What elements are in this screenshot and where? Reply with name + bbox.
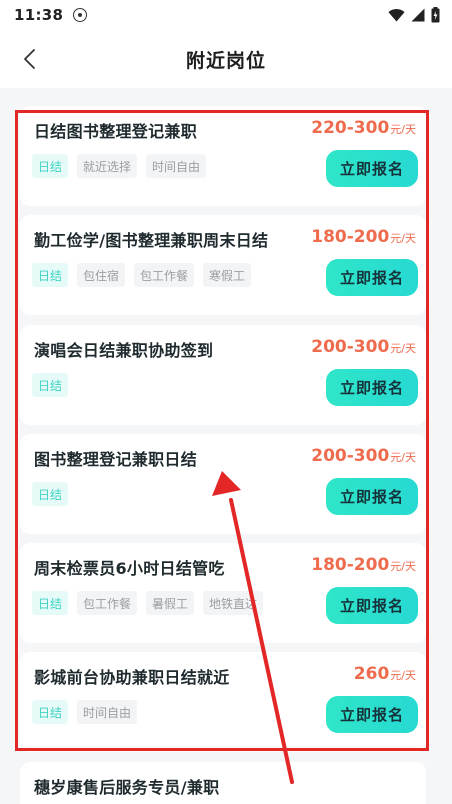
job-tag: 地铁直达 [203, 591, 264, 615]
job-title: 日结图书整理登记兼职 [34, 122, 198, 141]
job-tags: 日结 时间自由 [32, 700, 138, 724]
apply-button[interactable]: 立即报名 [326, 259, 418, 296]
job-tag: 日结 [32, 591, 69, 615]
job-card[interactable]: 影城前台协助兼职日结就近 260 元/天 日结 时间自由 立即报名 [20, 652, 426, 752]
pay-amount: 180-200 [311, 555, 390, 575]
pay-amount: 200-300 [311, 337, 390, 357]
job-tags: 日结 [32, 482, 69, 506]
job-card[interactable]: 周末检票员6小时日结管吃 180-200 元/天 日结 包工作餐 暑假工 地铁直… [20, 543, 426, 643]
back-button[interactable] [14, 44, 44, 74]
job-pay: 220-300 元/天 [311, 118, 416, 138]
job-title: 演唱会日结兼职协助签到 [34, 341, 214, 360]
job-tag: 寒假工 [203, 263, 252, 287]
job-tag: 日结 [32, 373, 69, 397]
job-card[interactable]: 勤工俭学/图书整理兼职周末日结 180-200 元/天 日结 包住宿 包工作餐 … [20, 215, 426, 315]
job-pay: 180-200 元/天 [311, 227, 416, 247]
job-title: 穗岁康售后服务专员/兼职 [34, 778, 220, 797]
apply-button[interactable]: 立即报名 [326, 369, 418, 406]
job-tag: 暑假工 [146, 591, 195, 615]
page-title: 附近岗位 [185, 49, 266, 72]
pay-unit: 元/天 [390, 560, 416, 573]
job-title: 周末检票员6小时日结管吃 [34, 559, 225, 578]
pay-unit: 元/天 [390, 232, 416, 245]
job-title: 影城前台协助兼职日结就近 [34, 668, 230, 687]
job-pay: 200-300 元/天 [311, 446, 416, 466]
pay-amount: 180-200 [311, 227, 390, 247]
job-tags: 日结 包住宿 包工作餐 寒假工 [32, 263, 252, 287]
pay-amount: 220-300 [311, 118, 390, 138]
job-tag: 就近选择 [77, 154, 138, 178]
job-card[interactable]: 图书整理登记兼职日结 200-300 元/天 日结 立即报名 [20, 434, 426, 534]
status-bar: 11:38 [0, 0, 452, 30]
pay-amount: 200-300 [311, 446, 390, 466]
apply-button[interactable]: 立即报名 [326, 150, 418, 187]
job-tag: 时间自由 [146, 154, 207, 178]
apply-button[interactable]: 立即报名 [326, 587, 418, 624]
pay-unit: 元/天 [390, 123, 416, 136]
job-tags: 日结 包工作餐 暑假工 地铁直达 [32, 591, 264, 615]
job-tag: 日结 [32, 482, 69, 506]
job-tag: 日结 [32, 700, 69, 724]
job-title: 图书整理登记兼职日结 [34, 450, 198, 469]
nav-bar: 附近岗位 [0, 30, 452, 88]
signal-icon [411, 8, 425, 22]
apply-button[interactable]: 立即报名 [326, 478, 418, 515]
status-icons [388, 7, 440, 23]
job-tags: 日结 [32, 373, 69, 397]
chevron-left-icon [24, 49, 35, 69]
job-pay: 180-200 元/天 [311, 555, 416, 575]
job-pay: 200-300 元/天 [311, 337, 416, 357]
pay-unit: 元/天 [390, 451, 416, 464]
pay-unit: 元/天 [390, 669, 416, 682]
job-tag: 包工作餐 [77, 591, 138, 615]
apply-button[interactable]: 立即报名 [326, 696, 418, 733]
job-tag: 包住宿 [77, 263, 126, 287]
job-tag: 日结 [32, 154, 69, 178]
wifi-icon [388, 8, 405, 22]
pay-amount: 260 [353, 664, 390, 684]
job-tag: 包工作餐 [134, 263, 195, 287]
job-card[interactable]: 日结图书整理登记兼职 220-300 元/天 日结 就近选择 时间自由 立即报名 [20, 106, 426, 206]
job-tags: 日结 就近选择 时间自由 [32, 154, 207, 178]
job-card[interactable]: 演唱会日结兼职协助签到 200-300 元/天 日结 立即报名 [20, 325, 426, 425]
job-card[interactable]: 穗岁康售后服务专员/兼职 [20, 762, 426, 804]
job-tag: 日结 [32, 263, 69, 287]
status-time: 11:38 [14, 6, 64, 24]
pay-unit: 元/天 [390, 342, 416, 355]
security-icon [73, 8, 88, 22]
job-pay: 260 元/天 [354, 664, 416, 684]
job-tag: 时间自由 [77, 700, 138, 724]
job-title: 勤工俭学/图书整理兼职周末日结 [34, 231, 269, 250]
battery-icon [431, 7, 440, 23]
job-list[interactable]: 日结图书整理登记兼职 220-300 元/天 日结 就近选择 时间自由 立即报名… [0, 88, 452, 804]
